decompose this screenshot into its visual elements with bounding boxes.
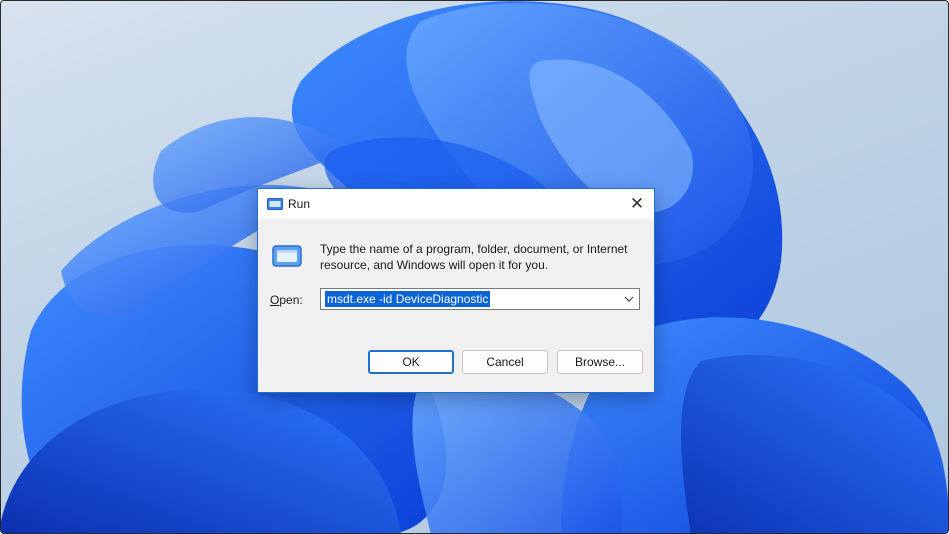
browse-button[interactable]: Browse... bbox=[557, 350, 643, 374]
run-icon bbox=[272, 245, 302, 267]
open-input[interactable]: msdt.exe -id DeviceDiagnostic bbox=[325, 291, 491, 307]
dialog-title: Run bbox=[288, 197, 311, 211]
close-button[interactable]: ✕ bbox=[620, 189, 654, 219]
ok-button[interactable]: OK bbox=[368, 350, 454, 374]
dialog-description: Type the name of a program, folder, docu… bbox=[320, 242, 628, 272]
cancel-button[interactable]: Cancel bbox=[462, 350, 548, 374]
title-bar[interactable]: Run ✕ bbox=[258, 189, 654, 219]
close-icon: ✕ bbox=[629, 194, 645, 213]
chevron-down-icon[interactable] bbox=[622, 292, 636, 306]
run-icon bbox=[267, 198, 283, 210]
open-label: Open: bbox=[270, 293, 303, 307]
open-combobox[interactable]: msdt.exe -id DeviceDiagnostic bbox=[320, 288, 640, 310]
run-dialog: Run ✕ Type the name of a program, folder… bbox=[257, 188, 655, 393]
